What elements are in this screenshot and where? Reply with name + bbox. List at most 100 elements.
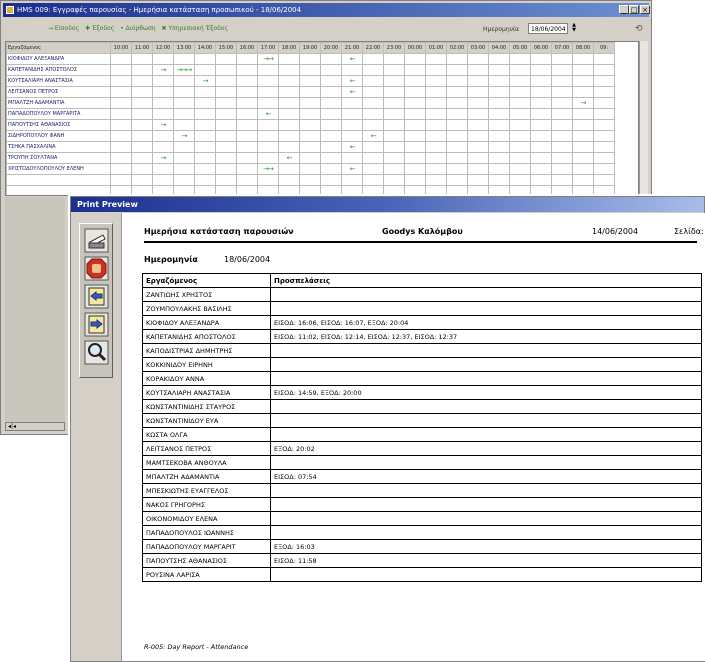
attendance-mark[interactable]: →→ bbox=[257, 163, 279, 175]
grid-hour-cell[interactable] bbox=[551, 152, 573, 164]
grid-hour-cell[interactable] bbox=[131, 53, 153, 65]
grid-hour-cell[interactable] bbox=[509, 119, 531, 131]
grid-hour-cell[interactable] bbox=[425, 163, 447, 175]
grid-hour-cell[interactable] bbox=[194, 64, 216, 76]
grid-hour-cell[interactable] bbox=[278, 163, 300, 175]
grid-hour-cell[interactable] bbox=[362, 86, 384, 98]
grid-hour-cell[interactable] bbox=[551, 185, 573, 195]
grid-hour-cell[interactable] bbox=[173, 152, 195, 164]
grid-hour-cell[interactable] bbox=[488, 119, 510, 131]
grid-hour-cell[interactable] bbox=[509, 152, 531, 164]
grid-hour-cell[interactable] bbox=[173, 174, 195, 186]
grid-hour-cell[interactable] bbox=[278, 130, 300, 142]
grid-hour-cell[interactable] bbox=[236, 108, 258, 120]
grid-hour-cell[interactable] bbox=[215, 64, 237, 76]
grid-hour-cell[interactable] bbox=[341, 64, 363, 76]
grid-hour-cell[interactable] bbox=[551, 64, 573, 76]
maximize-button[interactable]: □ bbox=[629, 5, 639, 14]
attendance-mark[interactable]: ← bbox=[341, 75, 363, 87]
grid-hour-cell[interactable] bbox=[173, 141, 195, 153]
grid-hour-cell[interactable] bbox=[278, 75, 300, 87]
attendance-mark[interactable]: ← bbox=[278, 152, 300, 164]
grid-hour-cell[interactable] bbox=[257, 185, 279, 195]
grid-hour-cell[interactable] bbox=[530, 108, 552, 120]
grid-vertical-scrollbar[interactable] bbox=[639, 41, 648, 196]
grid-hour-cell[interactable] bbox=[509, 163, 531, 175]
grid-hour-cell[interactable] bbox=[299, 53, 321, 65]
grid-hour-cell[interactable] bbox=[320, 53, 342, 65]
grid-row[interactable] bbox=[6, 174, 615, 186]
grid-hour-cell[interactable] bbox=[509, 141, 531, 153]
grid-hour-cell[interactable] bbox=[131, 97, 153, 109]
grid-hour-cell[interactable] bbox=[320, 97, 342, 109]
grid-hour-cell[interactable] bbox=[215, 163, 237, 175]
attendance-mark[interactable]: ← bbox=[341, 86, 363, 98]
grid-hour-cell[interactable] bbox=[341, 119, 363, 131]
grid-hour-cell[interactable] bbox=[215, 86, 237, 98]
grid-hour-cell[interactable] bbox=[404, 97, 426, 109]
grid-hour-cell[interactable] bbox=[446, 141, 468, 153]
print-preview-titlebar[interactable]: Print Preview bbox=[71, 197, 704, 212]
grid-hour-cell[interactable] bbox=[257, 86, 279, 98]
grid-hour-cell[interactable] bbox=[572, 108, 594, 120]
grid-hour-cell[interactable] bbox=[488, 64, 510, 76]
grid-hour-cell[interactable] bbox=[299, 163, 321, 175]
grid-hour-cell[interactable] bbox=[131, 108, 153, 120]
grid-hour-cell[interactable] bbox=[278, 97, 300, 109]
grid-hour-cell[interactable] bbox=[383, 163, 405, 175]
grid-hour-cell[interactable] bbox=[530, 97, 552, 109]
grid-hour-cell[interactable] bbox=[446, 119, 468, 131]
close-button[interactable]: × bbox=[640, 5, 650, 14]
grid-hour-cell[interactable] bbox=[467, 75, 489, 87]
attendance-mark[interactable]: ← bbox=[362, 130, 384, 142]
stop-button[interactable] bbox=[84, 256, 109, 281]
grid-hour-cell[interactable] bbox=[488, 86, 510, 98]
grid-hour-cell[interactable] bbox=[320, 141, 342, 153]
grid-hour-cell[interactable] bbox=[131, 174, 153, 186]
grid-hour-cell[interactable] bbox=[467, 64, 489, 76]
grid-hour-cell[interactable] bbox=[530, 141, 552, 153]
grid-hour-cell[interactable] bbox=[131, 119, 153, 131]
grid-hour-cell[interactable] bbox=[488, 75, 510, 87]
grid-hour-cell[interactable] bbox=[509, 130, 531, 142]
grid-hour-cell[interactable] bbox=[320, 75, 342, 87]
grid-hour-cell[interactable] bbox=[509, 185, 531, 195]
grid-hour-cell[interactable] bbox=[236, 75, 258, 87]
grid-hour-cell[interactable] bbox=[299, 185, 321, 195]
grid-hour-cell[interactable] bbox=[173, 119, 195, 131]
grid-hour-cell[interactable] bbox=[278, 53, 300, 65]
grid-hour-cell[interactable] bbox=[425, 174, 447, 186]
grid-hour-cell[interactable] bbox=[194, 130, 216, 142]
grid-hour-cell[interactable] bbox=[362, 163, 384, 175]
grid-hour-cell[interactable] bbox=[278, 174, 300, 186]
grid-hour-cell[interactable] bbox=[110, 185, 132, 195]
grid-hour-cell[interactable] bbox=[362, 64, 384, 76]
grid-hour-cell[interactable] bbox=[215, 141, 237, 153]
grid-hour-cell[interactable] bbox=[278, 185, 300, 195]
grid-hour-cell[interactable] bbox=[383, 152, 405, 164]
grid-hour-cell[interactable] bbox=[194, 152, 216, 164]
grid-hour-cell[interactable] bbox=[404, 75, 426, 87]
grid-hour-cell[interactable] bbox=[257, 64, 279, 76]
grid-hour-cell[interactable] bbox=[362, 97, 384, 109]
grid-hour-cell[interactable] bbox=[362, 174, 384, 186]
grid-hour-cell[interactable] bbox=[551, 119, 573, 131]
grid-hour-cell[interactable] bbox=[383, 119, 405, 131]
grid-hour-cell[interactable] bbox=[383, 64, 405, 76]
grid-hour-cell[interactable] bbox=[362, 152, 384, 164]
grid-row[interactable]: ΧΡΙΣΤΟΔΟΥΛΟΠΟΥΛΟΥ ΕΛΕΝΗ →→ ← bbox=[6, 163, 615, 175]
grid-hour-cell[interactable] bbox=[215, 75, 237, 87]
grid-hour-cell[interactable] bbox=[425, 152, 447, 164]
grid-hour-cell[interactable] bbox=[341, 108, 363, 120]
grid-hour-cell[interactable] bbox=[509, 86, 531, 98]
grid-hour-cell[interactable] bbox=[236, 163, 258, 175]
grid-hour-cell[interactable] bbox=[551, 53, 573, 65]
grid-hour-cell[interactable] bbox=[404, 108, 426, 120]
grid-hour-cell[interactable] bbox=[131, 86, 153, 98]
attendance-mark[interactable]: ← bbox=[257, 108, 279, 120]
grid-hour-cell[interactable] bbox=[110, 86, 132, 98]
grid-hour-cell[interactable] bbox=[152, 86, 174, 98]
grid-hour-cell[interactable] bbox=[257, 174, 279, 186]
grid-hour-cell[interactable] bbox=[593, 141, 615, 153]
grid-hour-cell[interactable] bbox=[257, 152, 279, 164]
